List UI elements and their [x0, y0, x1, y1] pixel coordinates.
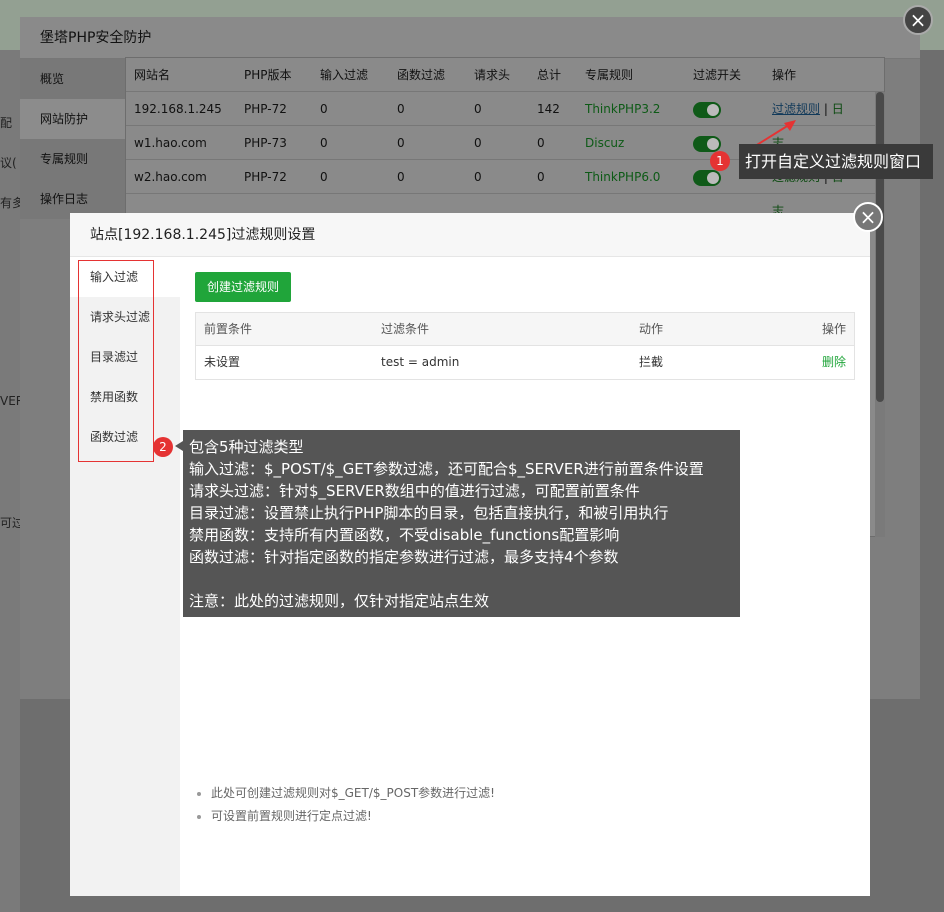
rule-action: 拦截 — [639, 355, 664, 369]
background-label: 议( — [0, 156, 17, 170]
callout-spacer — [189, 568, 734, 590]
total-count: 142 — [537, 102, 560, 116]
filter-condition: test = admin — [381, 355, 460, 369]
scrollbar-thumb[interactable] — [876, 92, 884, 402]
col-header: 函数过滤 — [397, 68, 446, 82]
annotation-badge: 1 — [710, 151, 730, 171]
col-header: PHP版本 — [244, 68, 292, 82]
col-header: 前置条件 — [204, 322, 253, 336]
col-header: 过滤条件 — [381, 322, 430, 336]
tips-list: 此处可创建过滤规则对$_GET/$_POST参数进行过滤! 可设置前置规则进行定… — [195, 782, 835, 828]
header-count: 0 — [474, 102, 482, 116]
annotation-highlight-box — [78, 260, 154, 462]
exclusive-rule: ThinkPHP3.2 — [585, 102, 661, 116]
rule-table: 前置条件 过滤条件 动作 操作 未设置 test = admin 拦截 删除 — [195, 312, 855, 380]
action-separator: | — [823, 102, 828, 116]
site-name: w1.hao.com — [134, 136, 207, 150]
total-count: 0 — [537, 170, 545, 184]
outer-modal-title: 堡塔PHP安全防护 — [20, 17, 920, 59]
header-count: 0 — [474, 136, 482, 150]
site-name: w2.hao.com — [134, 170, 207, 184]
callout-line: 目录过滤：设置禁止执行PHP脚本的目录，包括直接执行，和被引用执行 — [189, 504, 669, 522]
col-header: 动作 — [639, 322, 664, 336]
header-count: 0 — [474, 170, 482, 184]
exclusive-rule: ThinkPHP6.0 — [585, 170, 661, 184]
filter-toggle[interactable] — [693, 135, 721, 152]
col-header: 输入过滤 — [320, 68, 369, 82]
annotation-badge: 2 — [153, 437, 173, 457]
func-count: 0 — [397, 136, 405, 150]
nav-item-overview[interactable]: 概览 — [20, 59, 130, 99]
filter-toggle[interactable] — [693, 101, 721, 118]
create-filter-rule-button[interactable]: 创建过滤规则 — [195, 272, 292, 302]
delete-rule-link[interactable]: 删除 — [789, 346, 854, 379]
col-header: 总计 — [537, 68, 562, 82]
php-version: PHP-73 — [244, 136, 287, 150]
filter-toggle[interactable] — [693, 169, 721, 186]
tip-item: 可设置前置规则进行定点过滤! — [195, 805, 835, 828]
col-header: 操作 — [821, 322, 846, 336]
col-header: 请求头 — [474, 68, 511, 82]
input-count: 0 — [320, 102, 328, 116]
annotation-callout: 打开自定义过滤规则窗口 — [739, 144, 933, 179]
php-version: PHP-72 — [244, 102, 287, 116]
site-table-header: 网站名 PHP版本 输入过滤 函数过滤 请求头 总计 专属规则 过滤开关 操作 — [126, 58, 884, 92]
background-label: 配 — [0, 116, 13, 130]
filter-rules-modal-title: 站点[192.168.1.245]过滤规则设置 — [70, 213, 870, 257]
input-count: 0 — [320, 136, 328, 150]
input-count: 0 — [320, 170, 328, 184]
callout-line: 请求头过滤：针对$_SERVER数组中的值进行过滤，可配置前置条件 — [189, 482, 640, 500]
col-header: 过滤开关 — [693, 68, 742, 82]
col-header: 网站名 — [134, 68, 171, 82]
callout-line: 禁用函数：支持所有内置函数，不受disable_functions配置影响 — [189, 526, 620, 544]
nav-item-exclusive-rules[interactable]: 专属规则 — [20, 139, 130, 179]
background-sidebar — [0, 50, 20, 912]
total-count: 0 — [537, 136, 545, 150]
callout-note: 注意：此处的过滤规则，仅针对指定站点生效 — [189, 592, 490, 610]
rule-table-header: 前置条件 过滤条件 动作 操作 — [196, 313, 854, 346]
callout-line: 包含5种过滤类型 — [189, 438, 304, 456]
annotation-callout: 包含5种过滤类型 输入过滤：$_POST/$_GET参数过滤，还可配合$_SER… — [183, 430, 740, 617]
site-name: 192.168.1.245 — [134, 102, 222, 116]
col-header: 专属规则 — [585, 68, 634, 82]
nav-item-site-protection[interactable]: 网站防护 — [20, 99, 130, 139]
table-row: 未设置 test = admin 拦截 删除 — [196, 346, 854, 379]
inner-close-icon[interactable]: × — [853, 202, 883, 232]
filter-rules-link[interactable]: 过滤规则 — [772, 102, 820, 116]
exclusive-rule: Discuz — [585, 136, 625, 150]
outer-close-icon[interactable]: × — [903, 5, 933, 35]
php-version: PHP-72 — [244, 170, 287, 184]
pre-condition: 未设置 — [204, 355, 241, 369]
func-count: 0 — [397, 170, 405, 184]
func-count: 0 — [397, 102, 405, 116]
tip-item: 此处可创建过滤规则对$_GET/$_POST参数进行过滤! — [195, 782, 835, 805]
col-header: 操作 — [772, 68, 797, 82]
callout-line: 函数过滤：针对指定函数的指定参数进行过滤，最多支持4个参数 — [189, 548, 619, 566]
callout-pointer-icon — [175, 441, 183, 451]
callout-line: 输入过滤：$_POST/$_GET参数过滤，还可配合$_SERVER进行前置条件… — [189, 460, 704, 478]
